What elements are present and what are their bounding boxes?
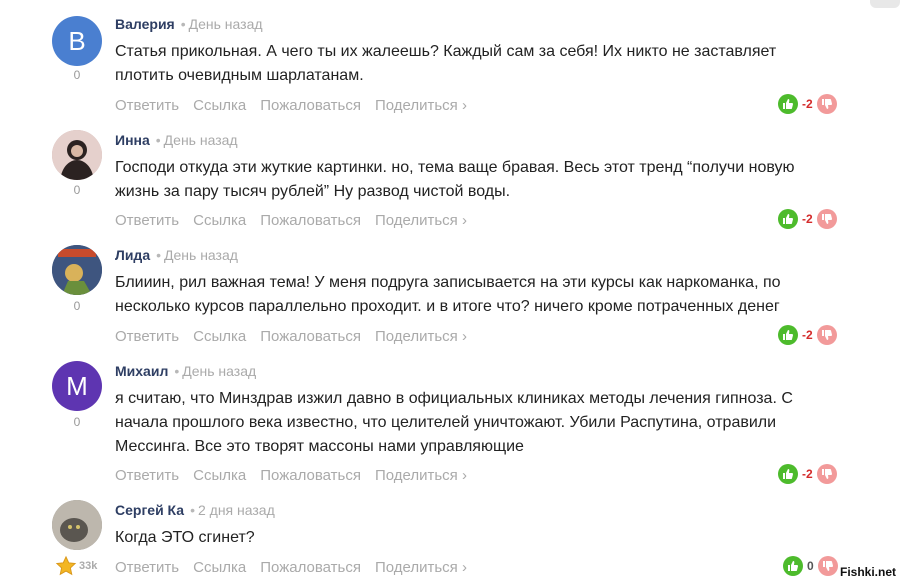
reply-link[interactable]: Ответить [115, 328, 179, 345]
thumbs-up-icon[interactable] [783, 556, 803, 576]
separator-dot: • [156, 247, 162, 263]
share-link[interactable]: Поделиться › [375, 212, 467, 229]
thumbs-up-icon[interactable] [778, 464, 798, 484]
comment-actions: Ответить Ссылка Пожаловаться Поделиться › [115, 97, 481, 114]
comment-line: Когда ЭТО сгинет? [115, 529, 255, 546]
timestamp: День назад [164, 247, 238, 263]
avatar[interactable] [52, 245, 102, 295]
vote-widget: -2 [778, 464, 837, 484]
rank-value: 33k [79, 560, 98, 572]
comment-line: Статья прикольная. А чего ты их жалеешь?… [115, 43, 777, 60]
separator-dot: • [190, 502, 195, 518]
user-score: 0 [73, 299, 81, 313]
vote-count: -2 [802, 97, 813, 111]
vote-widget: -2 [778, 94, 837, 114]
comment-line: я считаю, что Минздрав изжил давно в офи… [115, 390, 793, 407]
reply-link[interactable]: Ответить [115, 559, 179, 576]
comment-header: Лида • День назад [115, 247, 238, 263]
link-link[interactable]: Ссылка [193, 559, 246, 576]
comment-line: плотить очевидным шарлатанам. [115, 67, 364, 84]
comment-line: Мессинга. Все это творят массоны нами уп… [115, 438, 524, 455]
avatar-letter: В [68, 25, 86, 56]
thumbs-down-icon[interactable] [816, 209, 837, 229]
thumbs-up-icon[interactable] [778, 325, 798, 345]
thumbs-down-icon[interactable] [816, 94, 837, 114]
user-rank: 33k [55, 555, 97, 577]
comment-actions: Ответить Ссылка Пожаловаться Поделиться › [115, 467, 481, 484]
thumbs-down-icon[interactable] [817, 556, 838, 576]
separator-dot: • [174, 363, 180, 379]
report-link[interactable]: Пожаловаться [260, 97, 361, 114]
comment-header: Сергей Ка • 2 дня назад [115, 502, 275, 518]
comment-actions: Ответить Ссылка Пожаловаться Поделиться › [115, 328, 481, 345]
comment-actions: Ответить Ссылка Пожаловаться Поделиться › [115, 559, 481, 576]
comment-line: начала прошлого века известно, что целит… [115, 414, 777, 431]
comment-line: Господи откуда эти жуткие картинки. но, … [115, 159, 795, 176]
share-link[interactable]: Поделиться › [375, 97, 467, 114]
author-name[interactable]: Лида [115, 247, 150, 263]
comment-text: я считаю, что Минздрав изжил давно в офи… [115, 387, 845, 459]
comment-actions: Ответить Ссылка Пожаловаться Поделиться › [115, 212, 481, 229]
author-name[interactable]: Валерия [115, 16, 175, 32]
comment-text: Господи откуда эти жуткие картинки. но, … [115, 156, 845, 204]
comment-text: Статья прикольная. А чего ты их жалеешь?… [115, 40, 845, 88]
comment-text: Когда ЭТО сгинет? [115, 526, 845, 550]
vote-widget: 0 [783, 556, 838, 576]
report-link[interactable]: Пожаловаться [260, 467, 361, 484]
comment-header: Михаил • День назад [115, 363, 256, 379]
user-score: 0 [73, 68, 81, 82]
vote-count: -2 [802, 467, 813, 481]
comment-line: несколько курсов параллельно проходит. и… [115, 298, 780, 315]
avatar[interactable] [52, 500, 102, 550]
vote-count: -2 [802, 212, 813, 226]
avatar[interactable]: М [52, 361, 102, 411]
comment-header: Валерия • День назад [115, 16, 263, 32]
comment-line: жизнь за пару тысяч рублей” Ну развод чи… [115, 183, 511, 200]
avatar[interactable] [52, 130, 102, 180]
user-score: 0 [73, 183, 81, 197]
vote-widget: -2 [778, 209, 837, 229]
report-link[interactable]: Пожаловаться [260, 212, 361, 229]
avatar[interactable]: В [52, 16, 102, 66]
reply-link[interactable]: Ответить [115, 467, 179, 484]
link-link[interactable]: Ссылка [193, 212, 246, 229]
timestamp: День назад [163, 132, 238, 148]
thumbs-up-icon[interactable] [778, 209, 798, 229]
link-link[interactable]: Ссылка [193, 328, 246, 345]
timestamp: 2 дня назад [197, 502, 275, 518]
window-corner-button[interactable] [870, 0, 900, 8]
thumbs-down-icon[interactable] [816, 464, 837, 484]
separator-dot: • [180, 16, 186, 32]
reply-link[interactable]: Ответить [115, 97, 179, 114]
thumbs-down-icon[interactable] [816, 325, 837, 345]
vote-count: 0 [807, 559, 814, 573]
report-link[interactable]: Пожаловаться [260, 559, 361, 576]
timestamp: День назад [182, 363, 257, 379]
comment-text: Блииин, рил важная тема! У меня подруга … [115, 271, 845, 319]
star-icon [55, 555, 77, 576]
vote-widget: -2 [778, 325, 837, 345]
share-link[interactable]: Поделиться › [375, 328, 467, 345]
separator-dot: • [155, 132, 161, 148]
avatar-letter: М [66, 370, 88, 401]
vote-count: -2 [802, 328, 813, 342]
author-name[interactable]: Инна [115, 132, 150, 148]
user-score: 0 [73, 415, 81, 429]
reply-link[interactable]: Ответить [115, 212, 179, 229]
watermark: Fishki.net [837, 565, 898, 579]
thumbs-up-icon[interactable] [778, 94, 798, 114]
link-link[interactable]: Ссылка [193, 97, 246, 114]
share-link[interactable]: Поделиться › [375, 559, 467, 576]
link-link[interactable]: Ссылка [193, 467, 246, 484]
comment-header: Инна • День назад [115, 132, 238, 148]
share-link[interactable]: Поделиться › [375, 467, 467, 484]
timestamp: День назад [188, 16, 263, 32]
comment-line: Блииин, рил важная тема! У меня подруга … [115, 274, 781, 291]
author-name[interactable]: Сергей Ка [115, 502, 184, 518]
report-link[interactable]: Пожаловаться [260, 328, 361, 345]
author-name[interactable]: Михаил [115, 363, 168, 379]
